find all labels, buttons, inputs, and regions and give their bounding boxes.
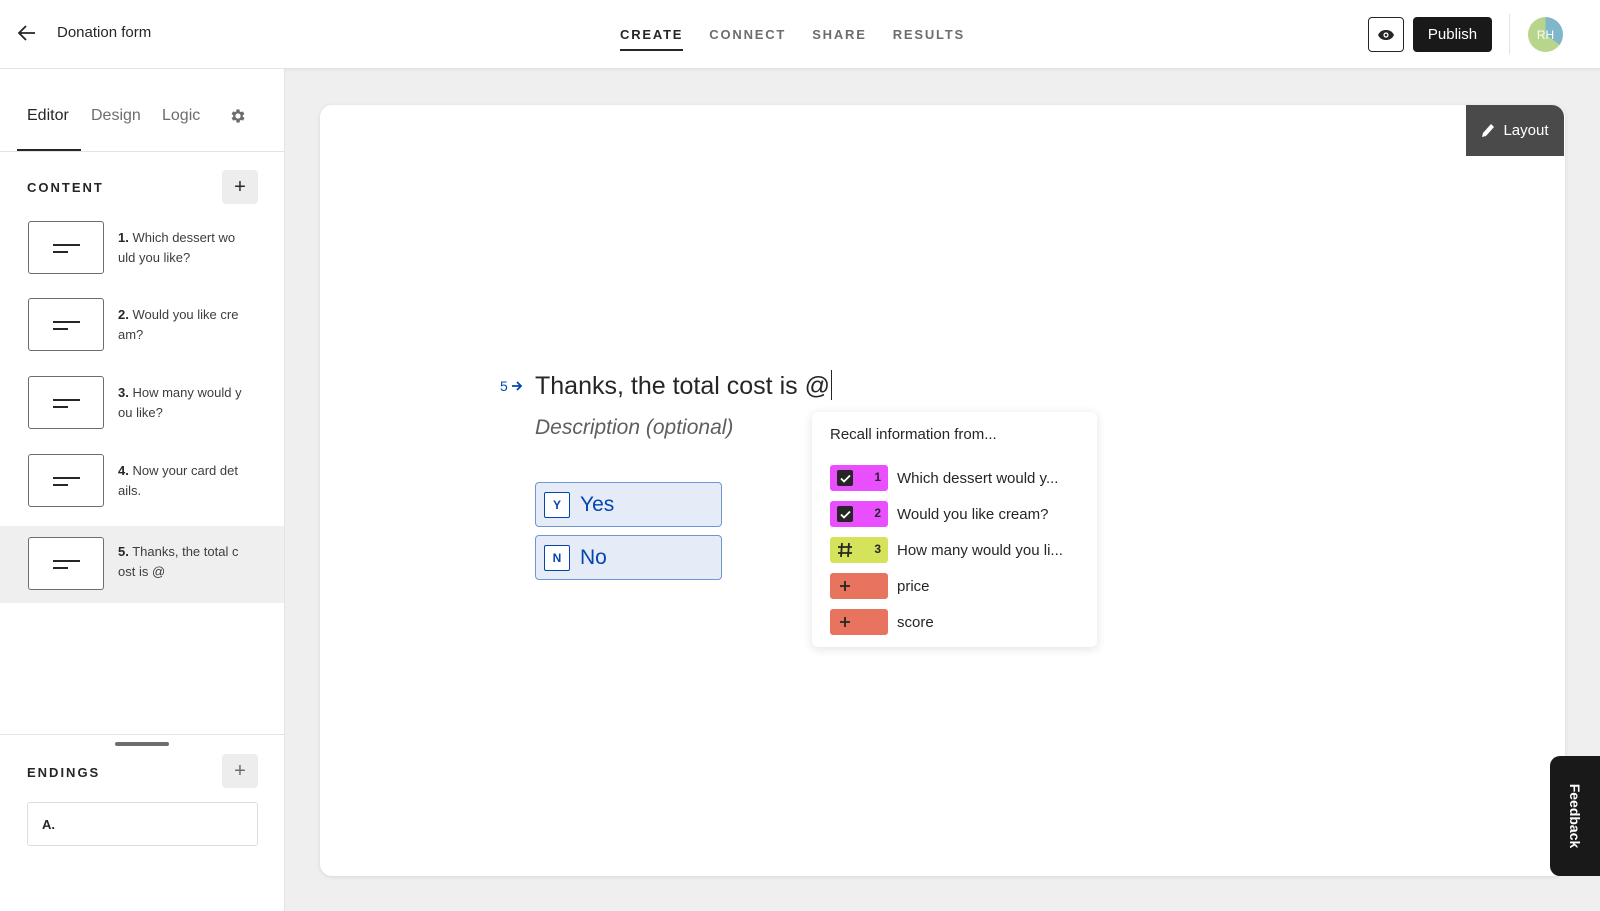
- recall-item-question-3[interactable]: 3 How many would you li...: [830, 536, 1090, 564]
- question-text: Which dessert would you like?: [118, 230, 236, 265]
- recall-item-label: Would you like cream?: [897, 505, 1049, 523]
- resize-handle[interactable]: [115, 742, 169, 746]
- tab-logic[interactable]: Logic: [162, 107, 200, 125]
- layout-button[interactable]: Layout: [1466, 105, 1564, 156]
- question-item-4[interactable]: 4. Now your card details.: [0, 444, 284, 516]
- recall-popup: Recall information from... 1 Which desse…: [812, 412, 1097, 647]
- endings-section-label: ENDINGS: [27, 765, 101, 780]
- badge-number: 2: [874, 506, 881, 520]
- question-number: 2.: [118, 307, 129, 322]
- question-type-badge: 2: [830, 501, 888, 527]
- tab-editor[interactable]: Editor: [27, 107, 69, 125]
- layout-label: Layout: [1503, 122, 1549, 139]
- avatar[interactable]: RH: [1528, 17, 1563, 52]
- question-item-label: 3. How many would you like?: [118, 383, 242, 423]
- choice-label: Yes: [580, 492, 615, 516]
- ending-item[interactable]: A.: [27, 802, 258, 846]
- question-type-badge: 1: [830, 465, 888, 491]
- recall-item-label: price: [897, 577, 930, 595]
- badge-number: 1: [874, 470, 881, 484]
- badge-number: 3: [874, 542, 881, 556]
- plus-icon: +: [234, 175, 246, 198]
- back-arrow-icon[interactable]: [16, 22, 38, 44]
- choice-yes[interactable]: Y Yes: [535, 482, 722, 527]
- tab-connect[interactable]: CONNECT: [709, 0, 786, 69]
- short-text-icon: [28, 537, 104, 590]
- checkbox-icon: [837, 506, 853, 522]
- active-tab-indicator: [17, 149, 81, 151]
- sidebar-tabs: Editor Design Logic: [0, 69, 284, 152]
- question-item-1[interactable]: 1. Which dessert would you like?: [0, 211, 284, 283]
- text-cursor: [830, 370, 832, 400]
- recall-item-variable-score[interactable]: score: [830, 608, 1090, 636]
- sidebar: Editor Design Logic CONTENT + 1. Which d…: [0, 69, 285, 911]
- plus-icon: [840, 617, 850, 627]
- variable-badge: [830, 609, 888, 635]
- feedback-tab[interactable]: Feedback: [1550, 756, 1600, 876]
- question-item-2[interactable]: 2. Would you like cream?: [0, 288, 284, 360]
- tab-design[interactable]: Design: [91, 107, 141, 125]
- question-item-label: 2. Would you like cream?: [118, 305, 242, 345]
- hash-icon: [838, 542, 852, 558]
- question-number: 3.: [118, 385, 129, 400]
- tab-share[interactable]: SHARE: [812, 0, 867, 69]
- recall-item-label: Which dessert would y...: [897, 469, 1059, 487]
- eye-icon: [1378, 29, 1394, 40]
- section-divider: [0, 734, 284, 735]
- plus-icon: +: [234, 759, 246, 782]
- recall-item-question-2[interactable]: 2 Would you like cream?: [830, 500, 1090, 528]
- form-title[interactable]: Donation form: [57, 24, 151, 41]
- question-text: How many would you like?: [118, 385, 242, 420]
- preview-button[interactable]: [1368, 17, 1404, 52]
- publish-button[interactable]: Publish: [1413, 17, 1492, 52]
- choice-no[interactable]: N No: [535, 535, 722, 580]
- recall-item-variable-price[interactable]: price: [830, 572, 1090, 600]
- question-text: Now your card details.: [118, 463, 238, 498]
- tab-create[interactable]: CREATE: [620, 0, 684, 69]
- choice-key: Y: [544, 491, 570, 518]
- feedback-label: Feedback: [1567, 783, 1583, 849]
- add-content-button[interactable]: +: [222, 170, 258, 204]
- question-type-badge: 3: [830, 537, 888, 563]
- choice-key: N: [544, 544, 570, 571]
- question-number-indicator: 5: [500, 378, 523, 394]
- short-text-icon: [28, 454, 104, 507]
- question-item-label: 5. Thanks, the total cost is @: [118, 542, 242, 582]
- description-input[interactable]: Description (optional): [535, 416, 733, 440]
- variable-badge: [830, 573, 888, 599]
- header-divider: [1509, 14, 1510, 54]
- plus-icon: [840, 581, 850, 591]
- recall-item-question-1[interactable]: 1 Which dessert would y...: [830, 464, 1090, 492]
- gear-icon[interactable]: [229, 107, 247, 125]
- question-item-label: 4. Now your card details.: [118, 461, 242, 501]
- question-number: 4.: [118, 463, 129, 478]
- short-text-icon: [28, 376, 104, 429]
- add-ending-button[interactable]: +: [222, 754, 258, 788]
- question-item-label: 1. Which dessert would you like?: [118, 228, 242, 268]
- question-title-input[interactable]: Thanks, the total cost is @: [535, 370, 832, 401]
- recall-item-label: score: [897, 613, 934, 631]
- question-number: 5: [500, 378, 508, 394]
- question-number: 1.: [118, 230, 129, 245]
- content-section-label: CONTENT: [27, 180, 104, 195]
- choice-label: No: [580, 545, 607, 569]
- tab-results[interactable]: RESULTS: [893, 0, 965, 69]
- checkbox-icon: [837, 470, 853, 486]
- top-bar: Donation form CREATE CONNECT SHARE RESUL…: [0, 0, 1600, 69]
- question-title-text: Thanks, the total cost is @: [535, 372, 830, 400]
- question-text: Thanks, the total cost is @: [118, 544, 239, 579]
- recall-heading: Recall information from...: [830, 426, 997, 443]
- question-number: 5.: [118, 544, 129, 559]
- main-nav-tabs: CREATE CONNECT SHARE RESULTS: [620, 0, 991, 69]
- question-text: Would you like cream?: [118, 307, 239, 342]
- pencil-icon: [1482, 123, 1495, 137]
- arrow-right-icon: [511, 381, 523, 391]
- question-item-5[interactable]: 5. Thanks, the total cost is @: [0, 526, 284, 603]
- short-text-icon: [28, 221, 104, 274]
- short-text-icon: [28, 298, 104, 351]
- question-item-3[interactable]: 3. How many would you like?: [0, 366, 284, 438]
- recall-item-label: How many would you li...: [897, 541, 1063, 559]
